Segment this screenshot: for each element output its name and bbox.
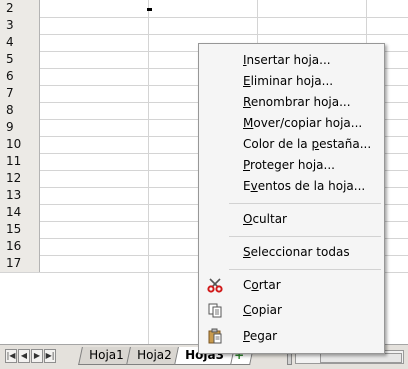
menu-separator [229,203,381,204]
label-post: entos de la hoja... [257,179,366,193]
last-sheet-button[interactable]: ▶| [44,349,56,363]
menu-separator [229,236,381,237]
row-header[interactable]: 2 [0,0,40,17]
label-post: roteger hoja... [250,158,335,172]
accel-key: M [243,116,254,130]
menu-item-hide[interactable]: Ocultar [199,209,384,229]
accel-key: P [243,158,251,172]
next-sheet-button[interactable]: ▶ [31,349,43,363]
accel-key: P [243,329,250,343]
label-pre: Color de la [243,137,312,151]
menu-item-paste[interactable]: Pegar [199,326,384,346]
row-header[interactable]: 3 [0,17,40,34]
menu-item-rename-sheet[interactable]: Renombrar hoja... [199,92,384,112]
row-header[interactable]: 8 [0,102,40,119]
label-pre: E [243,179,251,193]
label-post: nsertar hoja... [246,53,331,67]
label-post: over/copiar hoja... [253,116,363,130]
label-post: opiar [251,303,282,317]
label-post: eleccionar todas [250,245,350,259]
menu-separator [229,269,381,270]
row-header[interactable]: 6 [0,68,40,85]
menu-item-insert-sheet[interactable]: Insertar hoja... [199,50,384,70]
row-header[interactable]: 12 [0,170,40,187]
label-post: rtar [258,278,281,292]
row-header[interactable]: 13 [0,187,40,204]
label-post: estaña... [319,137,372,151]
label-post: enombrar hoja... [250,95,351,109]
grid-row[interactable]: 2 [0,0,408,18]
menu-item-cut[interactable]: Cortar [199,275,384,295]
menu-item-tab-color[interactable]: Color de la pestaña... [199,134,384,154]
menu-item-move-copy-sheet[interactable]: Mover/copiar hoja... [199,113,384,133]
accel-key: v [250,179,258,193]
row-header[interactable]: 14 [0,204,40,221]
label-post: egar [249,329,278,343]
prev-sheet-button[interactable]: ◀ [18,349,30,363]
accel-key: E [243,74,251,88]
row-header[interactable]: 7 [0,85,40,102]
accel-key: p [311,137,320,151]
copy-icon [208,303,222,318]
row-header[interactable]: 9 [0,119,40,136]
label-post: liminar hoja... [250,74,334,88]
accel-key: R [243,95,251,109]
row-header[interactable]: 16 [0,238,40,255]
row-header[interactable]: 5 [0,51,40,68]
sheet-tab-label: Hoja1 [89,348,124,362]
sheet-context-menu: Insertar hoja... Eliminar hoja... Renomb… [198,43,385,354]
label-post: cultar [252,212,287,226]
accel-key: o [251,278,259,292]
menu-item-copy[interactable]: Copiar [199,300,384,320]
grid-row[interactable]: 3 [0,17,408,35]
scrollbar-thumb[interactable] [320,353,402,363]
scissors-icon [207,278,223,293]
row-header[interactable]: 17 [0,255,40,272]
first-sheet-button[interactable]: |◀ [5,349,17,363]
paste-icon [208,328,222,344]
menu-item-select-all[interactable]: Seleccionar todas [199,242,384,262]
accel-key: S [243,245,251,259]
row-header[interactable]: 10 [0,136,40,153]
row-header[interactable]: 15 [0,221,40,238]
menu-item-protect-sheet[interactable]: Proteger hoja... [199,155,384,175]
menu-item-sheet-events[interactable]: Eventos de la hoja... [199,176,384,196]
row-header[interactable]: 11 [0,153,40,170]
menu-item-delete-sheet[interactable]: Eliminar hoja... [199,71,384,91]
row-header[interactable]: 4 [0,34,40,51]
sheet-tab-label: Hoja2 [137,348,172,362]
